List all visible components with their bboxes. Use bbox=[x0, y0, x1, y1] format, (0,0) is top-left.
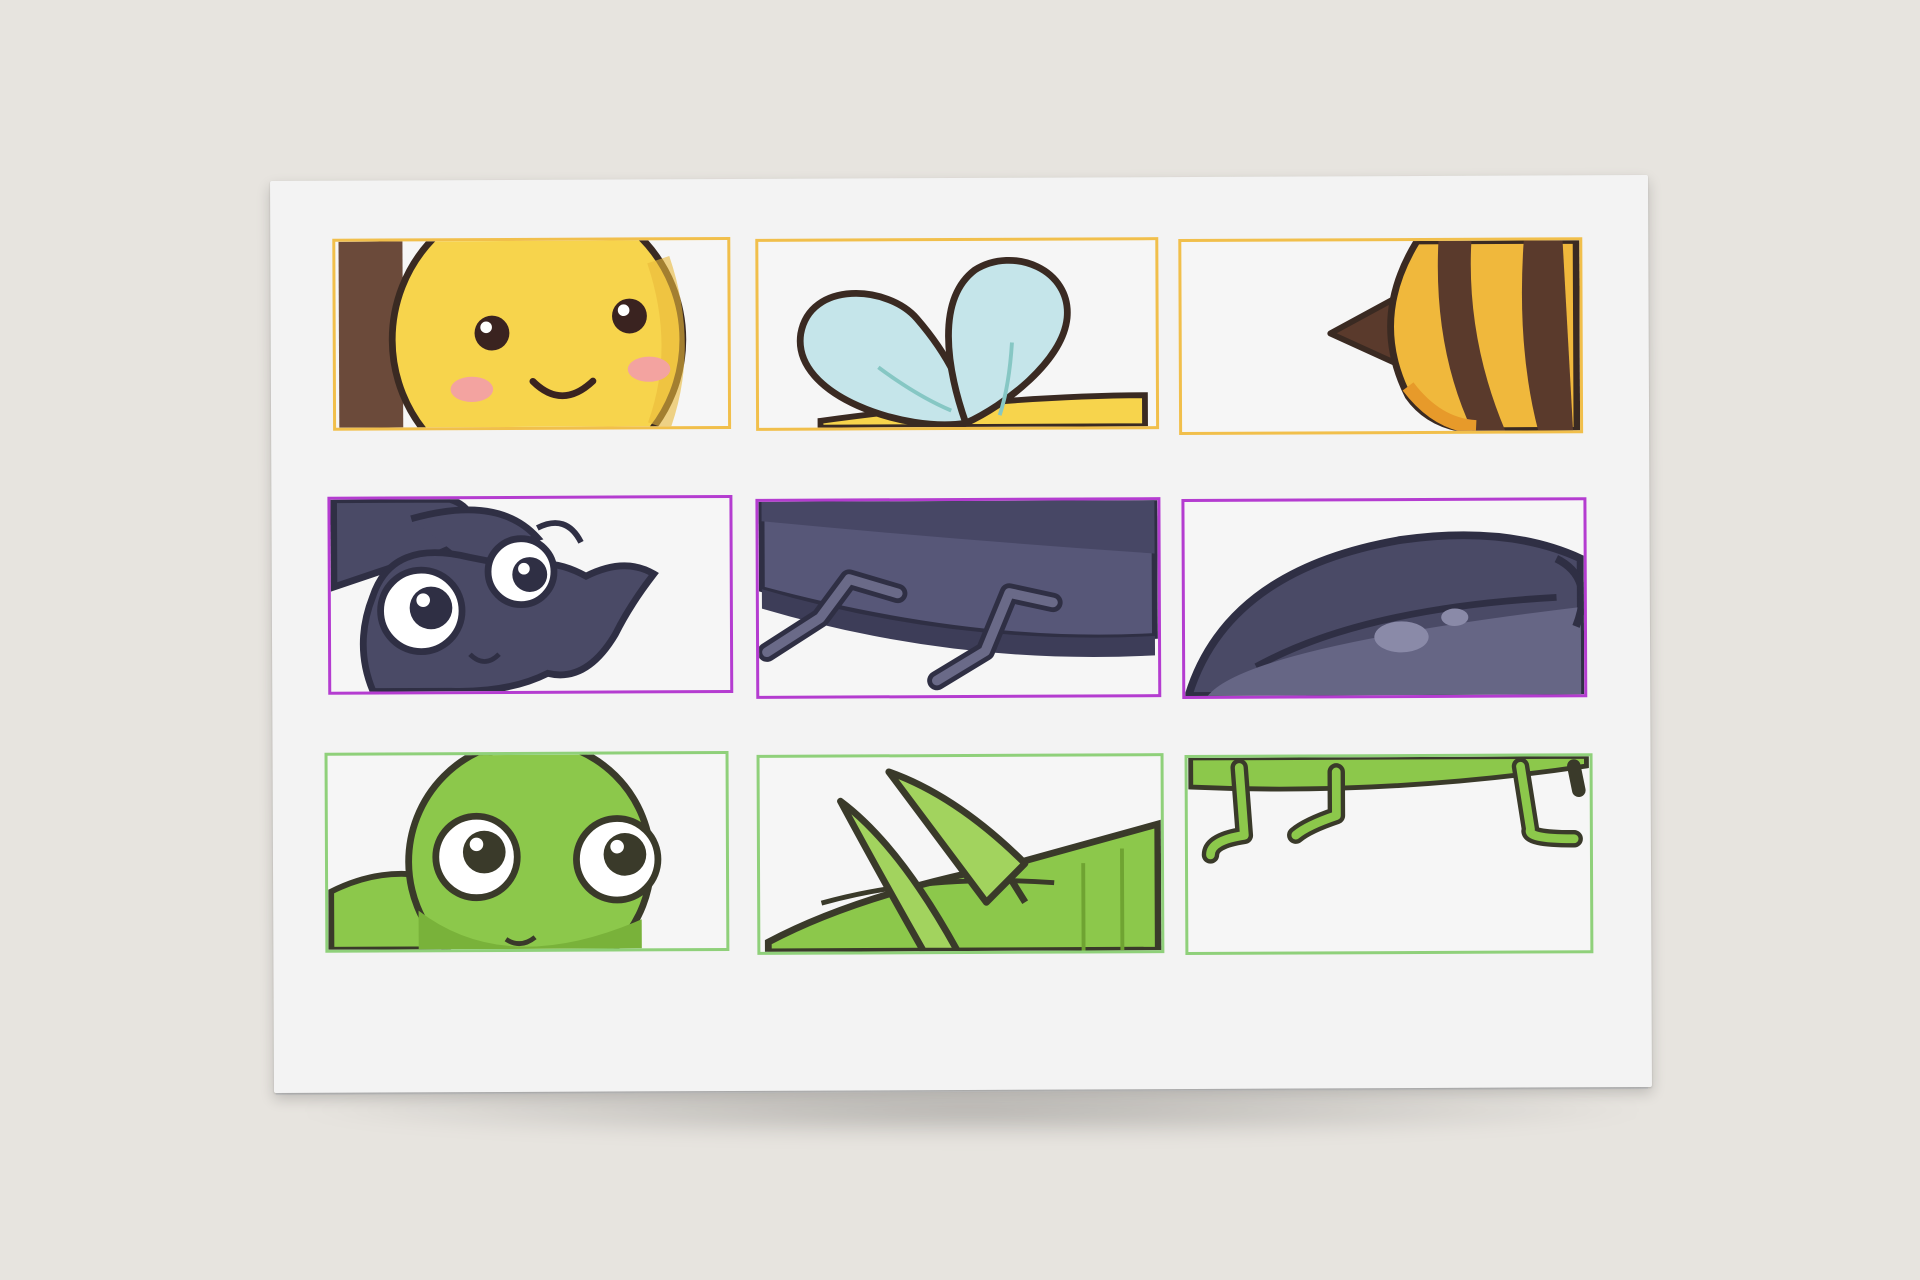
bee-head-illustration bbox=[338, 240, 687, 428]
puzzle-piece-bee-wings[interactable] bbox=[755, 237, 1160, 431]
bee-stinger-illustration bbox=[1327, 240, 1581, 433]
puzzle-sheet bbox=[270, 174, 1652, 1094]
beetle-legs-illustration bbox=[758, 500, 1158, 691]
puzzle-piece-bee-head[interactable] bbox=[332, 237, 732, 431]
puzzle-piece-beetle-head[interactable] bbox=[327, 494, 734, 695]
puzzle-piece-grasshopper-head[interactable] bbox=[324, 751, 730, 953]
puzzle-piece-grasshopper-wings[interactable] bbox=[756, 753, 1165, 955]
puzzle-piece-beetle-legs[interactable] bbox=[755, 497, 1162, 699]
beetle-head-illustration bbox=[330, 498, 659, 692]
beetle-shell-illustration bbox=[1184, 531, 1585, 697]
bee-wings-illustration bbox=[797, 257, 1148, 428]
grasshopper-head-illustration bbox=[328, 754, 662, 950]
puzzle-piece-beetle-shell[interactable] bbox=[1181, 497, 1588, 700]
grasshopper-wings-illustration bbox=[764, 768, 1162, 952]
puzzle-piece-grasshopper-legs[interactable] bbox=[1184, 753, 1594, 956]
grasshopper-legs-illustration bbox=[1188, 756, 1589, 864]
puzzle-piece-bee-stinger[interactable] bbox=[1178, 237, 1584, 436]
